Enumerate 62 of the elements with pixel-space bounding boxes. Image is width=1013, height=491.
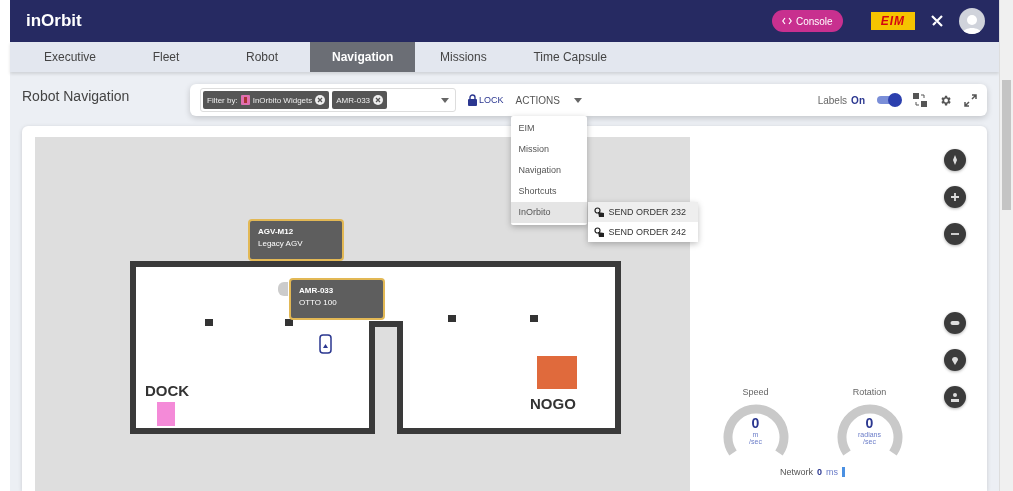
layers-icon[interactable] <box>913 93 927 107</box>
gauge-value: 0 <box>751 415 760 431</box>
widget-icon <box>240 95 250 105</box>
code-icon <box>781 17 792 25</box>
gauge-label: Rotation <box>852 387 887 397</box>
network-value: 0 <box>817 467 822 477</box>
remove-icon[interactable] <box>315 95 326 105</box>
lock-button[interactable]: LOCK <box>468 94 504 106</box>
nav-tab[interactable]: Fleet <box>118 42 215 72</box>
dock-label: DOCK <box>145 382 190 399</box>
minus-button[interactable] <box>944 223 966 245</box>
gauge-value: 0 <box>865 415 874 431</box>
caret-icon[interactable] <box>441 97 449 103</box>
labels-state: On <box>851 94 865 106</box>
caret-icon <box>573 97 582 103</box>
remove-icon[interactable] <box>373 95 384 105</box>
robot-name: AMR-033 <box>299 286 335 295</box>
person-button[interactable] <box>944 386 966 408</box>
nav-tab[interactable]: Navigation <box>310 42 416 72</box>
compass-button[interactable] <box>944 149 966 171</box>
partner-logo: EIM <box>870 12 915 30</box>
hand-pointer-icon <box>593 226 605 237</box>
robot-model: Legacy AGV <box>258 239 304 248</box>
nav-tab[interactable]: Time Capsule <box>511 42 629 72</box>
labels-toggle[interactable] <box>877 96 901 104</box>
labels-label: Labels <box>817 94 848 106</box>
robot-model: OTTO 100 <box>299 298 338 307</box>
robot-label[interactable]: AGV-M12 Legacy AGV <box>248 219 344 261</box>
chip-label: AMR-033 <box>336 95 371 105</box>
scrollbar[interactable] <box>999 0 1013 491</box>
filter-field[interactable]: Filter by: InOrbito Widgets AMR-033 <box>200 88 456 112</box>
nogo-label: NOGO <box>530 395 576 412</box>
pin-button[interactable] <box>944 349 966 371</box>
robot-marker[interactable] <box>278 282 288 296</box>
avatar-icon[interactable] <box>959 8 985 34</box>
network-unit: ms <box>826 467 838 477</box>
fullscreen-icon[interactable] <box>964 93 977 107</box>
filter-label: Filter by: <box>207 95 238 105</box>
person-icon <box>950 392 960 402</box>
pin-icon <box>950 355 960 365</box>
filter-chip[interactable]: Filter by: InOrbito Widgets <box>203 91 330 109</box>
page-title: Robot Navigation <box>22 87 131 104</box>
actions-button[interactable]: ACTIONS <box>515 94 582 106</box>
app-logo: inOrbit <box>26 11 83 31</box>
robot-label[interactable]: AMR-033 OTTO 100 <box>289 278 385 320</box>
settings-icon[interactable] <box>939 93 952 107</box>
menu-item[interactable]: EIM <box>510 117 587 139</box>
robot-name: AGV-M12 <box>258 227 295 236</box>
nav-tab[interactable]: Missions <box>415 42 512 72</box>
gauge-label: Speed <box>742 387 769 397</box>
plus-button[interactable] <box>944 186 966 208</box>
nav-tab[interactable]: Executive <box>22 42 119 72</box>
console-button[interactable]: Console <box>771 10 843 32</box>
chip-label: InOrbito Widgets <box>252 95 313 105</box>
signal-bar-icon <box>842 467 845 477</box>
filter-chip[interactable]: AMR-033 <box>332 91 388 109</box>
network-label: Network <box>780 467 813 477</box>
plus-icon <box>950 192 960 202</box>
compass-icon <box>950 155 960 165</box>
hand-pointer-icon <box>593 206 605 217</box>
lock-icon <box>468 94 477 106</box>
nav-tab[interactable]: Robot <box>214 42 311 72</box>
